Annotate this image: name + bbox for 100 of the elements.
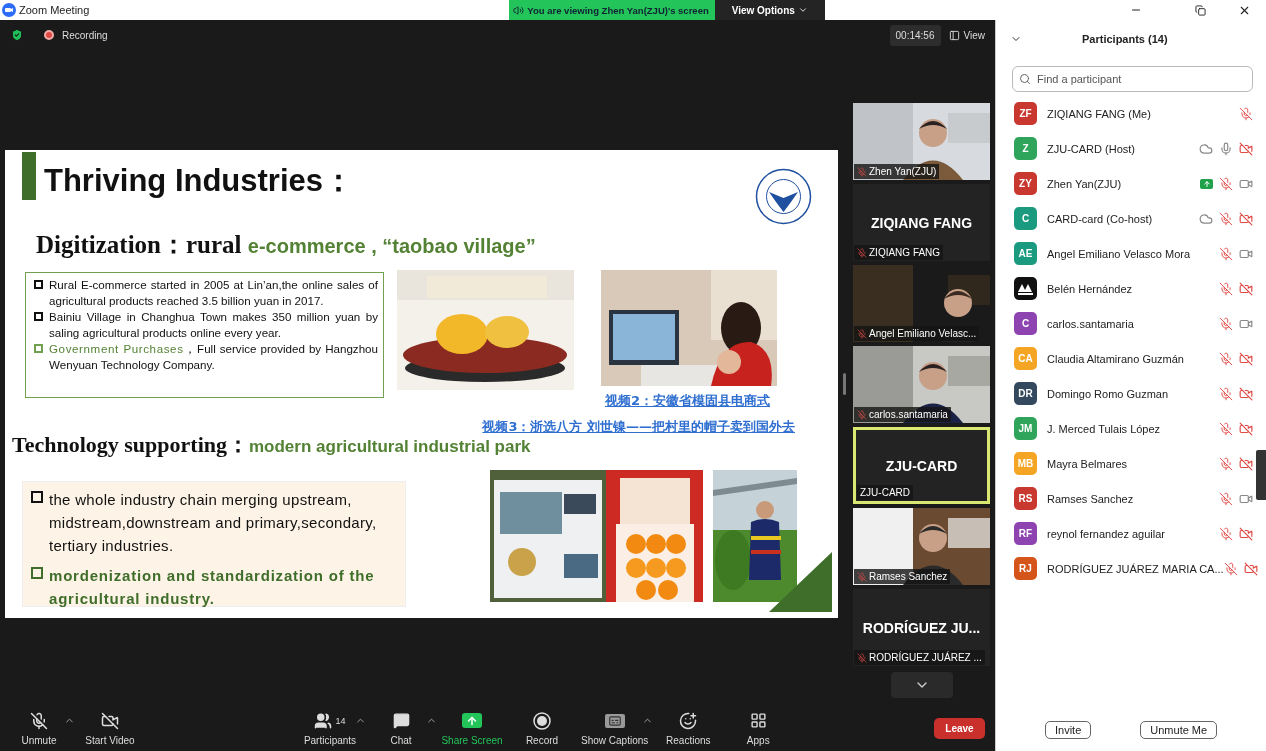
participant-row[interactable]: JM J. Merced Tulais López — [996, 411, 1254, 446]
meeting-timer: 00:14:56 — [889, 24, 941, 46]
participant-row[interactable]: ZF ZIQIANG FANG (Me) — [996, 96, 1254, 131]
chat-icon — [392, 712, 410, 729]
avatar: RJ — [1014, 557, 1037, 580]
toolbar-button[interactable]: Show Captions — [581, 710, 649, 746]
participant-row[interactable]: MB Mayra Belmares — [996, 446, 1254, 481]
avatar: AE — [1014, 242, 1037, 265]
section-highlight: e-commerce , “taobao village” — [247, 234, 536, 258]
toolbar-button[interactable]: Apps — [727, 710, 790, 746]
participant-name: RODRÍGUEZ JUÁREZ ... — [869, 652, 982, 663]
participant-name: Claudia Altamirano Guzmán — [1047, 352, 1184, 365]
participant-name: Belén Hernández — [1047, 282, 1132, 295]
share-screen-icon — [462, 713, 482, 728]
bullet-text: Bainiu Village in Changhua Town makes 350 million yuan by saling agricultural products online every year. — [49, 308, 378, 341]
panel-button[interactable]: Invite — [1045, 721, 1092, 739]
section-heading: Technology supporting： — [12, 430, 249, 459]
video-link[interactable]: 视频2：安徽省模固县电商式 — [604, 391, 770, 410]
participant-name: Ramses Sanchez — [1047, 492, 1134, 505]
participant-name: ZIQIANG FANG — [869, 247, 941, 258]
participant-row[interactable]: RS Ramses Sanchez — [996, 481, 1254, 516]
toolbar-button[interactable]: Start Video — [79, 710, 141, 746]
participant-row[interactable]: CA Claudia Altamirano Guzmán — [996, 341, 1254, 376]
captions-icon — [604, 713, 625, 728]
share-banner: You are viewing Zhen Yan(ZJU)'s screen — [509, 0, 715, 20]
participant-row[interactable]: C CARD-card (Co-host) — [996, 201, 1254, 236]
chevron-down-icon — [797, 5, 808, 15]
participant-name: Mayra Belmares — [1047, 457, 1128, 470]
avatar: Z — [1014, 137, 1037, 160]
bullet-text: mordenization and standardization of the agricultural industry. — [49, 565, 376, 609]
participant-display-name: ZIQIANG FANG — [870, 214, 973, 231]
bullet-text: the whole industry chain merging upstream, midstream,downstream and primary,secondary, tertiary industries. — [49, 489, 378, 556]
participant-name: ZJU-CARD (Host) — [1047, 142, 1135, 155]
avatar: JM — [1014, 417, 1037, 440]
avatar: CA — [1014, 347, 1037, 370]
avatar: DR — [1014, 382, 1037, 405]
avatar: C — [1014, 207, 1037, 230]
section-highlight: modern agricultural industrial park — [249, 436, 531, 457]
participant-name: reynol fernandez aguilar — [1047, 527, 1166, 540]
participant-row[interactable]: ZY Zhen Yan(ZJU) — [996, 166, 1254, 201]
participant-name: Zhen Yan(ZJU) — [1047, 177, 1122, 190]
participant-row[interactable]: RF reynol fernandez aguilar — [996, 516, 1254, 551]
view-button[interactable]: View — [948, 29, 985, 41]
participant-name: carlos.santamaria — [1047, 317, 1134, 330]
corner-triangle — [769, 551, 832, 612]
toolbar-button[interactable]: Chat — [370, 710, 432, 746]
participant-row[interactable]: Z ZJU-CARD (Host) — [996, 131, 1254, 166]
participant-row[interactable]: C carlos.santamaria — [996, 306, 1254, 341]
avatar: ZF — [1014, 102, 1037, 125]
splitter-handle[interactable] — [843, 373, 846, 395]
participant-name: J. Merced Tulais López — [1047, 422, 1161, 435]
participant-display-name: ZJU-CARD — [885, 457, 958, 474]
participant-row[interactable]: RJ RODRÍGUEZ JUÁREZ MARIA CA... — [996, 551, 1254, 586]
window-title: Zoom Meeting — [19, 4, 90, 16]
people-icon — [314, 711, 333, 730]
participant-name: carlos.santamaria — [869, 409, 948, 420]
participant-name: ZIQIANG FANG (Me) — [1047, 107, 1151, 120]
toolbar-button[interactable]: Unmute — [8, 710, 70, 746]
avatar: RS — [1014, 487, 1037, 510]
participant-name: Angel Emiliano Velasc... — [869, 328, 977, 339]
participant-name: Domingo Romo Guzman — [1047, 387, 1169, 400]
toolbar-button[interactable]: Share Screen — [441, 710, 503, 746]
avatar: RF — [1014, 522, 1037, 545]
bullet-text: Government Purchases，Full service provided by Hangzhou Wenyuan Technology Company. — [49, 340, 378, 373]
muted-mic-icon — [30, 711, 48, 730]
panel-button[interactable]: Unmute Me — [1140, 721, 1218, 739]
bullet-text: Rural E-commerce started in 2005 at Lin’an,the online sales of agricultural products reached 3.5 billion yuan in 2017. — [49, 276, 378, 309]
scrollbar-handle[interactable] — [1256, 450, 1266, 500]
toolbar-button[interactable]: Reactions — [657, 710, 720, 746]
section-heading: Digitization：rural — [36, 229, 243, 260]
apps-icon — [749, 712, 767, 729]
view-options-button[interactable]: View Options — [714, 0, 825, 20]
avatar: ZY — [1014, 172, 1037, 195]
participant-name: ZJU-CARD — [860, 487, 910, 498]
layout-icon — [948, 29, 960, 41]
participant-row[interactable]: AE Angel Emiliano Velasco Mora — [996, 236, 1254, 271]
participant-row[interactable]: DR Domingo Romo Guzman — [996, 376, 1254, 411]
toolbar-button[interactable]: Record — [511, 710, 573, 746]
recording-dot-icon — [44, 30, 54, 40]
toolbar-button[interactable]: 14 Participants — [299, 710, 361, 746]
video-off-icon — [101, 711, 119, 730]
avatar: MB — [1014, 452, 1037, 475]
participant-name: CARD-card (Co-host) — [1047, 212, 1153, 225]
participant-name: RODRÍGUEZ JUÁREZ MARIA CA... — [1047, 562, 1224, 575]
avatar: C — [1014, 312, 1037, 335]
emblem-icon — [755, 167, 812, 225]
search-icon — [1019, 73, 1031, 85]
panel-title: Participants (14) — [1082, 33, 1168, 45]
restore-icon — [1194, 4, 1206, 16]
participant-display-name: RODRÍGUEZ JU... — [862, 619, 981, 636]
recording-label: Recording — [62, 29, 108, 41]
search-field[interactable]: Find a participant — [1012, 66, 1253, 92]
participant-name: Angel Emiliano Velasco Mora — [1047, 247, 1191, 260]
participant-name: Zhen Yan(ZJU) — [869, 166, 937, 177]
title-accent-bar — [22, 151, 36, 200]
leave-button[interactable]: Leave — [934, 717, 985, 739]
shield-icon[interactable] — [10, 28, 24, 42]
participant-row[interactable]: Belén Hernández — [996, 271, 1254, 306]
slide-title: Thriving Industries： — [44, 161, 355, 200]
video-link[interactable]: 视频3：浙选八方 刘世镍——把村里的帽子卖到国外去 — [482, 417, 795, 436]
